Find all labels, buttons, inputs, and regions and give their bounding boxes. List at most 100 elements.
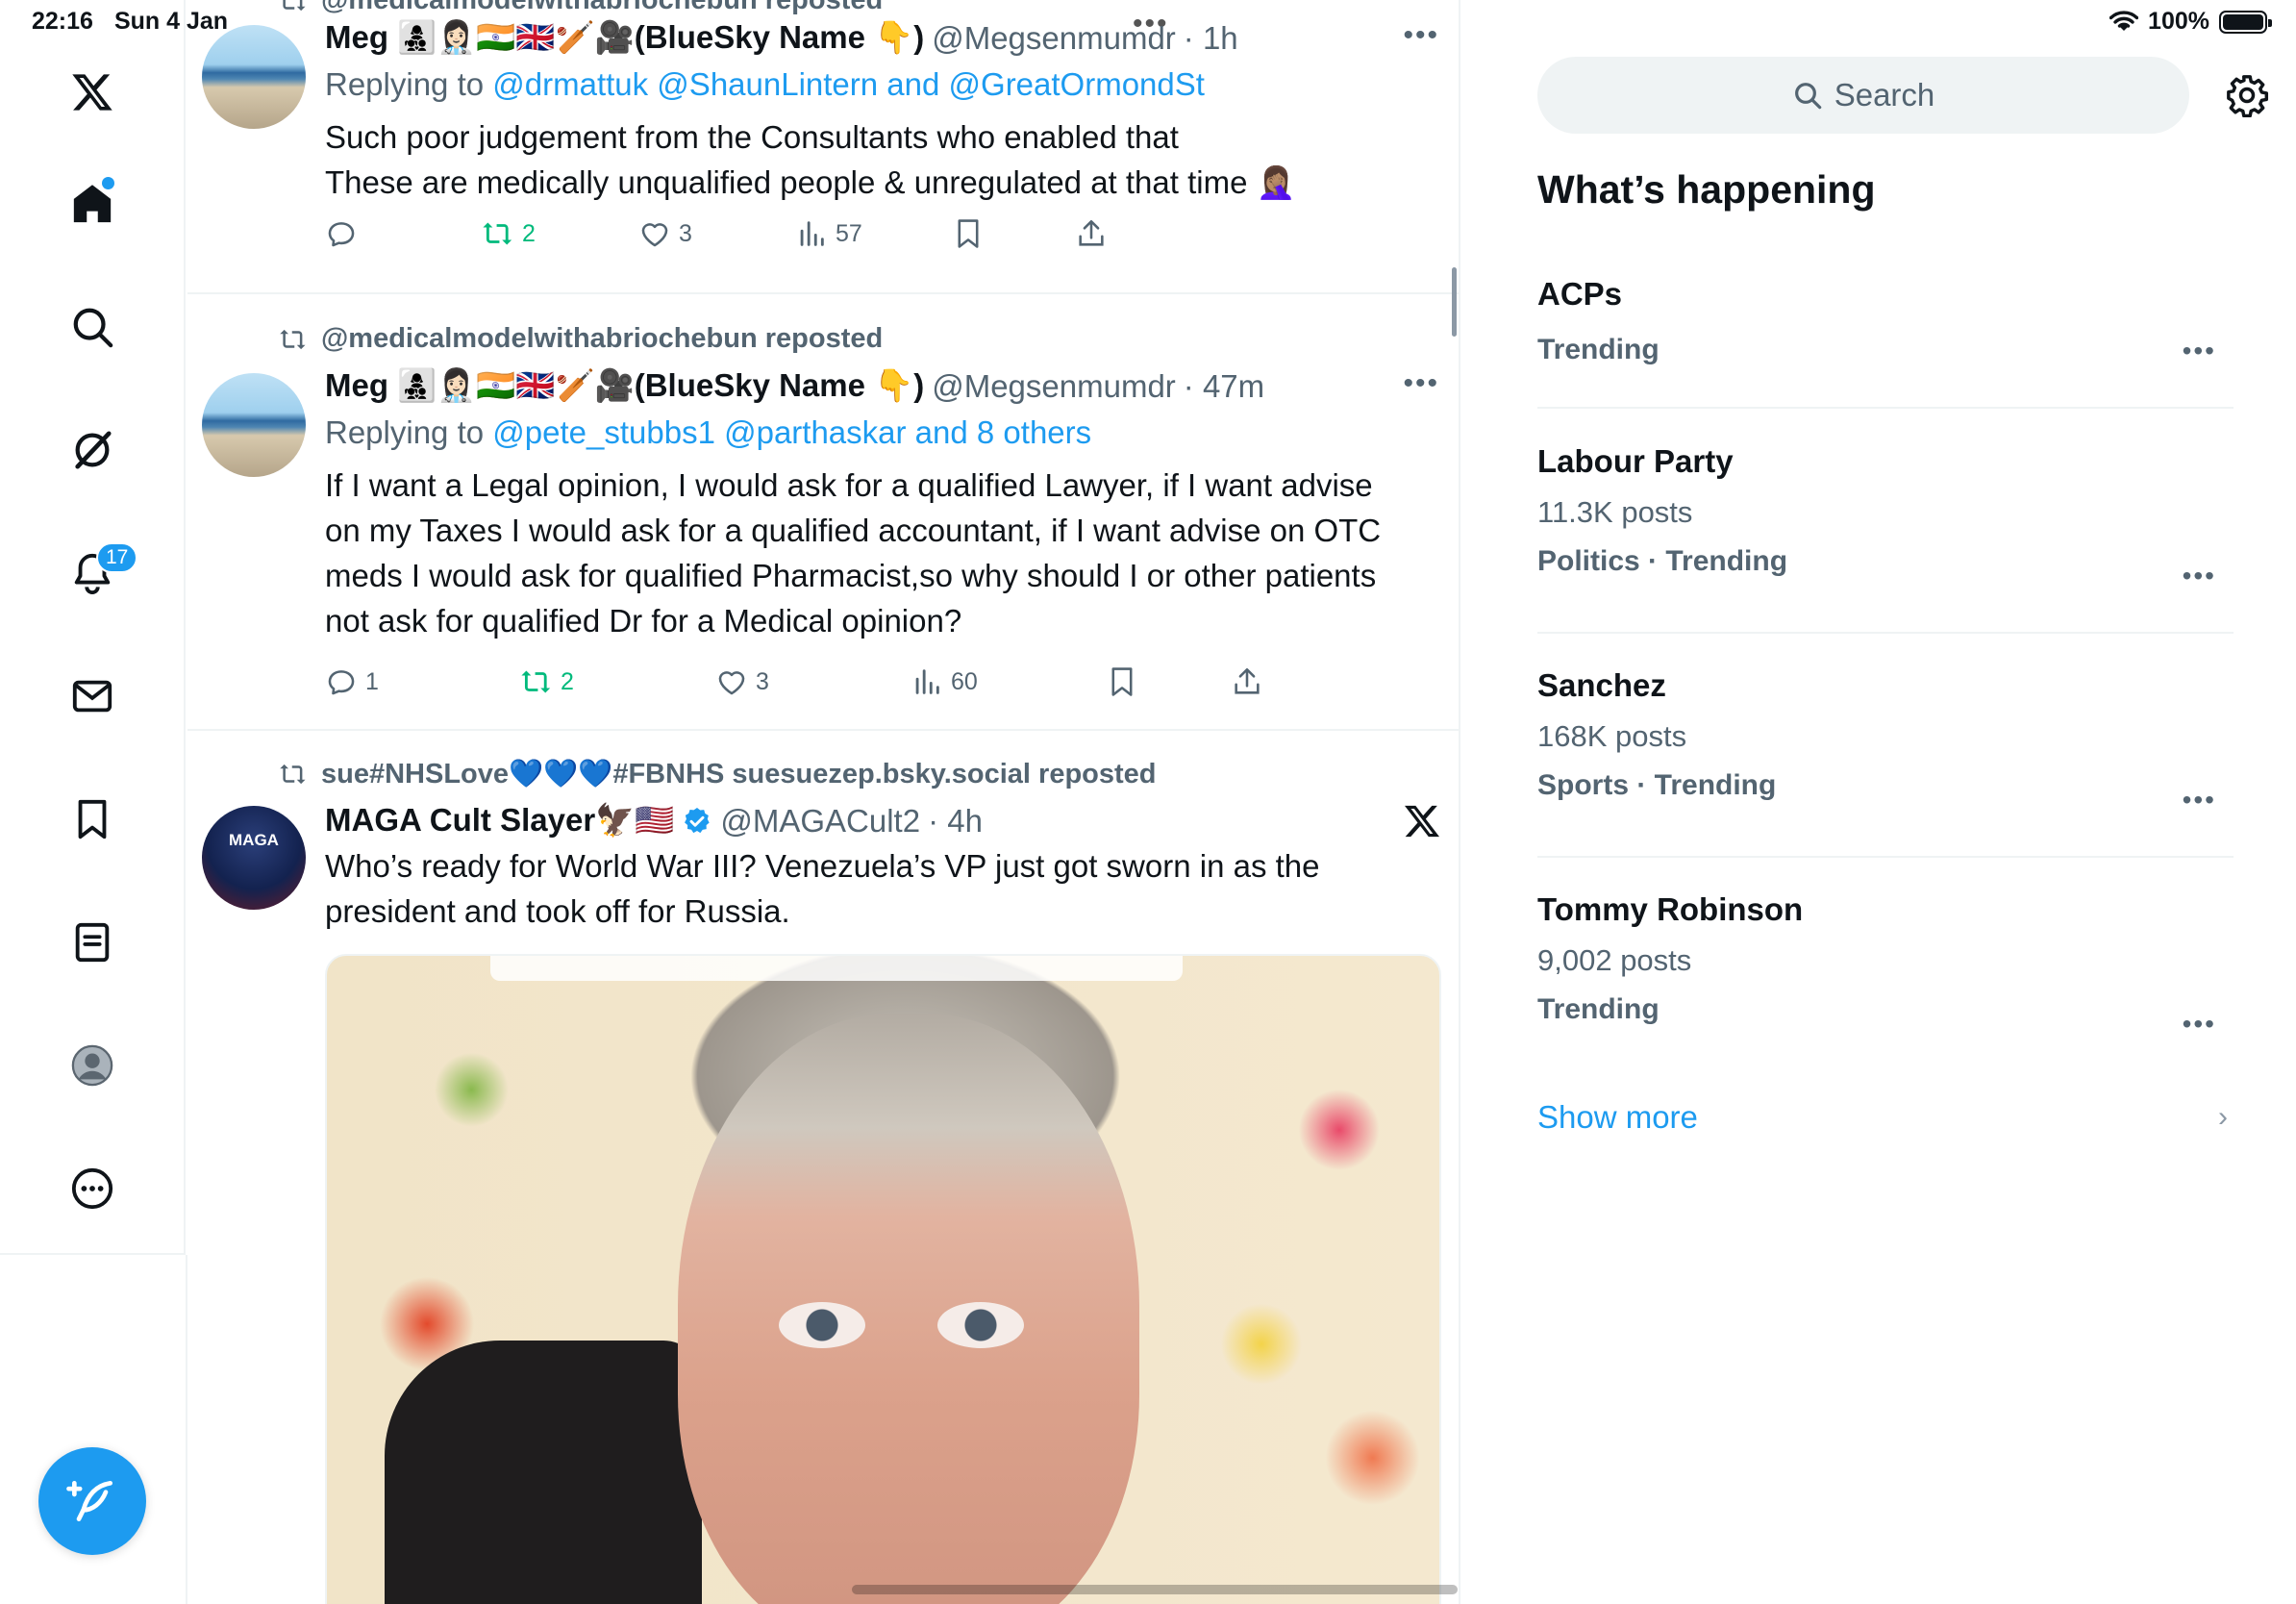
battery-percent: 100% [2148, 8, 2209, 35]
show-more-link[interactable]: Show more › [1537, 1099, 2234, 1136]
trend-meta: Sports · Trending [1537, 769, 1777, 801]
trend-more-button[interactable]: ••• [2183, 1009, 2216, 1040]
post-text-line: meds I would ask for qualified Pharmacis… [325, 558, 1377, 593]
like-button[interactable]: 3 [638, 217, 795, 250]
replying-to: Replying to @drmattuk @ShaunLintern and … [325, 66, 1441, 103]
post-time[interactable]: · 1h [1184, 20, 1238, 57]
home-indicator[interactable] [852, 1585, 1458, 1594]
trend-more-button[interactable]: ••• [2183, 336, 2216, 366]
x-logo-icon[interactable] [60, 60, 125, 125]
replying-to: Replying to @pete_stubbs1 @parthaskar an… [325, 414, 1441, 451]
author-name[interactable]: Meg 👩‍👧‍👦👩🏻‍⚕️🇮🇳🇬🇧🏏🎥(BlueSky Name 👇) [325, 367, 924, 405]
trend-meta: Trending [1537, 993, 1660, 1025]
post-header: MAGA Cult Slayer🦅🇺🇸 @MAGACult2 · 4h [325, 802, 1403, 840]
bookmark-button[interactable] [1106, 665, 1231, 698]
post[interactable]: sue#NHSLove💙💙💙#FBNHS suesuezep.bsky.soci… [187, 731, 1459, 1604]
bookmark-icon [78, 799, 107, 840]
timeline[interactable]: @medicalmodelwithabriochebun reposted Me… [187, 0, 1460, 1604]
nav-notifications[interactable]: 17 [60, 540, 138, 606]
nav-bookmarks[interactable] [60, 787, 125, 852]
author-name[interactable]: MAGA Cult Slayer🦅🇺🇸 [325, 802, 674, 840]
repost-count: 2 [522, 219, 536, 247]
repost-icon [283, 0, 306, 11]
bookmark-icon [958, 219, 979, 248]
view-count: 60 [951, 667, 978, 695]
nav-more[interactable] [60, 1156, 125, 1221]
post[interactable]: @medicalmodelwithabriochebun reposted Me… [187, 0, 1459, 294]
nav-explore[interactable] [60, 294, 125, 360]
bookmark-button[interactable] [952, 217, 1075, 250]
compose-button[interactable] [38, 1447, 146, 1555]
post-text-line: If I want a Legal opinion, I would ask f… [325, 467, 1373, 503]
nav-grok[interactable] [60, 417, 125, 483]
repost-label: @medicalmodelwithabriochebun reposted [321, 0, 884, 15]
trend-item[interactable]: Tommy Robinson 9,002 posts Trending ••• [1537, 891, 2234, 1051]
like-button[interactable]: 3 [715, 665, 911, 698]
author-name[interactable]: Meg 👩‍👧‍👦👩🏻‍⚕️🇮🇳🇬🇧🏏🎥(BlueSky Name 👇) [325, 19, 924, 57]
trend-more-button[interactable]: ••• [2183, 561, 2216, 591]
battery-icon [2219, 10, 2272, 34]
home-unread-dot [102, 177, 114, 189]
trend-count: 11.3K posts [1537, 495, 1693, 529]
post-more-button[interactable]: ••• [1403, 19, 1439, 52]
post-text-line: Who’s ready for World War III? Venezuela… [325, 848, 1320, 884]
notifications-badge: 17 [96, 542, 138, 573]
repost-label: sue#NHSLove💙💙💙#FBNHS suesuezep.bsky.soci… [321, 759, 1157, 789]
post[interactable]: @medicalmodelwithabriochebun reposted Me… [187, 294, 1459, 731]
trend-item[interactable]: Labour Party 11.3K posts Politics · Tren… [1537, 443, 2234, 634]
more-circle-icon [71, 1167, 113, 1210]
view-count: 57 [836, 219, 862, 247]
replying-to-links[interactable]: @drmattuk @ShaunLintern and @GreatOrmond… [492, 66, 1205, 102]
share-button[interactable] [1231, 665, 1263, 698]
author-handle[interactable]: @Megsenmumdr [932, 20, 1176, 57]
search-icon [1794, 83, 1821, 110]
post-more-button[interactable]: ••• [1403, 367, 1439, 400]
avatar[interactable]: MAGA [202, 806, 306, 910]
repost-button[interactable]: 2 [482, 217, 638, 250]
trend-item[interactable]: Sanchez 168K posts Sports · Trending ••• [1537, 667, 2234, 858]
repost-icon [280, 764, 306, 785]
repost-icon [521, 670, 551, 693]
nav-home[interactable] [60, 171, 125, 237]
share-button[interactable] [1075, 217, 1108, 250]
like-count: 3 [679, 219, 692, 247]
avatar[interactable] [202, 25, 306, 129]
search-box[interactable]: Search [1537, 57, 2189, 134]
nav-messages[interactable] [60, 664, 125, 729]
heart-icon [641, 223, 668, 247]
post-header: Meg 👩‍👧‍👦👩🏻‍⚕️🇮🇳🇬🇧🏏🎥(BlueSky Name 👇) @Me… [325, 19, 1441, 57]
lists-icon [75, 922, 110, 963]
repost-button[interactable]: 2 [520, 665, 715, 698]
views-button[interactable]: 57 [795, 217, 952, 250]
views-button[interactable]: 60 [911, 665, 1106, 698]
video-face [678, 1014, 1139, 1604]
avatar[interactable] [202, 373, 306, 477]
trend-name: Sanchez [1537, 667, 1666, 703]
wifi-icon [2109, 10, 2139, 31]
post-video[interactable] [325, 954, 1441, 1604]
video-chair [385, 1341, 702, 1604]
replying-to-prefix: Replying to [325, 66, 493, 102]
trend-item[interactable]: ACPs Trending ••• [1537, 276, 2234, 409]
show-more-label: Show more [1537, 1099, 1698, 1135]
views-icon [800, 221, 824, 246]
nav-lists[interactable] [60, 910, 125, 975]
video-eye [937, 1302, 1024, 1348]
author-handle[interactable]: @MAGACult2 [720, 803, 920, 840]
gear-icon[interactable] [2225, 73, 2269, 117]
reply-button[interactable]: 1 [325, 665, 520, 698]
replying-to-links[interactable]: @pete_stubbs1 @parthaskar and 8 others [492, 414, 1091, 450]
status-bar-right: 100% [2109, 8, 2272, 36]
nav-profile[interactable] [60, 1033, 125, 1098]
trend-more-button[interactable]: ••• [2183, 785, 2216, 815]
post-text-line: Such poor judgement from the Consultants… [325, 119, 1179, 155]
section-title: What’s happening [1537, 167, 1876, 212]
reply-button[interactable] [325, 217, 482, 250]
post-time[interactable]: · 4h [928, 803, 983, 840]
post-time[interactable]: · 47m [1184, 368, 1264, 405]
author-handle[interactable]: @Megsenmumdr [932, 368, 1176, 405]
views-icon [915, 669, 939, 694]
video-caption [490, 956, 1183, 981]
repost-count: 2 [561, 667, 574, 695]
timeline-scrollbar[interactable] [1452, 267, 1457, 337]
